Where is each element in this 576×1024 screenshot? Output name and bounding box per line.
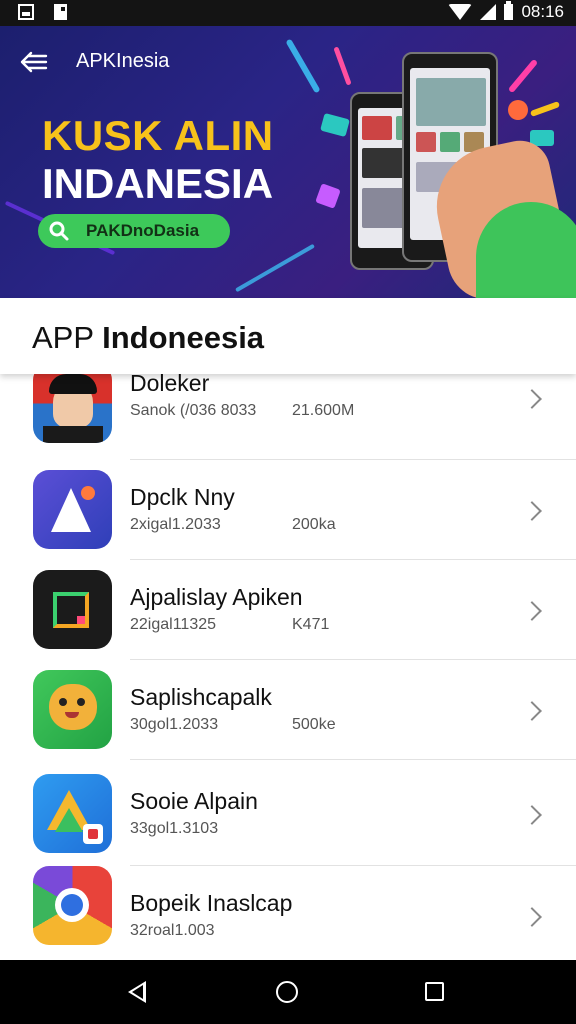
app-meta: 30gol1.2033 [130, 716, 219, 733]
section-title-prefix: APP [32, 320, 94, 355]
app-icon [33, 374, 112, 443]
decor-badge [508, 100, 528, 120]
app-icon [33, 774, 112, 853]
list-item[interactable]: Dpclk Nny 2xigal1.2033 200ka [0, 460, 576, 560]
app-meta: Sanok (/036 8033 [130, 402, 257, 419]
app-name: Sooie Alpain [130, 788, 258, 814]
list-item[interactable]: Bopeik Inaslcap 32roal1.003 [0, 866, 576, 960]
app-icon [33, 866, 112, 945]
chevron-right-icon [522, 701, 542, 721]
nav-recents-icon[interactable] [425, 982, 444, 1001]
gallery-notification-icon [18, 4, 34, 20]
status-time: 08:16 [521, 2, 564, 21]
chevron-right-icon [522, 601, 542, 621]
app-meta: 32roal1.003 [130, 922, 215, 939]
decor-card [320, 112, 350, 138]
app-meta: 33gol1.3103 [130, 820, 219, 837]
app-name: Bopeik Inaslcap [130, 890, 293, 916]
chevron-right-icon [522, 389, 542, 409]
search-pill-label: PAKDnoDasia [86, 221, 200, 240]
status-bar: 08:16 [0, 0, 576, 26]
nav-back-icon[interactable] [128, 981, 146, 1003]
app-size: 21.600M [292, 402, 355, 419]
app-icon [33, 570, 112, 649]
decor-line [507, 58, 539, 94]
screen-tile [362, 116, 392, 140]
list-item[interactable]: Doleker Sanok (/036 8033 21.600M [0, 374, 576, 460]
app-size: 500ke [292, 716, 336, 733]
list-item[interactable]: Ajpalislay Apiken 22igal11325 K471 [0, 560, 576, 660]
section-title: APP Indoneesia [32, 320, 264, 356]
section-title-main: Indoneesia [102, 320, 265, 355]
decor-line [285, 38, 321, 94]
chevron-right-icon [522, 805, 542, 825]
search-icon [49, 221, 69, 241]
app-size: 200ka [292, 516, 336, 533]
app-name: Doleker [130, 374, 210, 396]
app-icon [33, 670, 112, 749]
screen-tile [416, 132, 436, 152]
promo-banner[interactable]: APKInesia KUSK ALIN INDANESIA PAKDnoDasi… [0, 26, 576, 300]
promo-subheadline: INDANESIA [42, 160, 274, 207]
app-icon [33, 470, 112, 549]
nav-home-icon[interactable] [276, 981, 298, 1003]
search-pill[interactable]: PAKDnoDasia [38, 214, 230, 248]
app-title: APKInesia [76, 50, 170, 72]
decor-line [235, 243, 315, 293]
screen-tile [416, 78, 486, 126]
wifi-icon [448, 4, 473, 20]
promo-headline: KUSK ALIN [42, 112, 274, 159]
app-size: K471 [292, 616, 330, 633]
app-name: Saplishcapalk [130, 684, 272, 710]
signal-icon [480, 4, 497, 20]
screen-tile [440, 132, 460, 152]
navigation-bar [0, 960, 576, 1024]
back-arrow-icon[interactable] [20, 51, 48, 73]
list-item[interactable]: Sooie Alpain 33gol1.3103 [0, 762, 576, 866]
battery-icon [504, 1, 514, 20]
section-header: APP Indoneesia [0, 298, 576, 374]
decor-line [529, 101, 561, 117]
file-notification-icon [54, 4, 67, 20]
app-meta: 22igal11325 [130, 616, 217, 633]
chevron-right-icon [522, 907, 542, 927]
divider [130, 759, 576, 760]
list-item[interactable]: Saplishcapalk 30gol1.2033 500ke [0, 660, 576, 760]
app-name: Dpclk Nny [130, 484, 235, 510]
app-name: Ajpalislay Apiken [130, 584, 303, 610]
app-list[interactable]: Doleker Sanok (/036 8033 21.600M Dpclk N… [0, 374, 576, 960]
chevron-right-icon [522, 501, 542, 521]
decor-line [333, 46, 352, 86]
decor-card [315, 183, 341, 209]
app-meta: 2xigal1.2033 [130, 516, 221, 533]
